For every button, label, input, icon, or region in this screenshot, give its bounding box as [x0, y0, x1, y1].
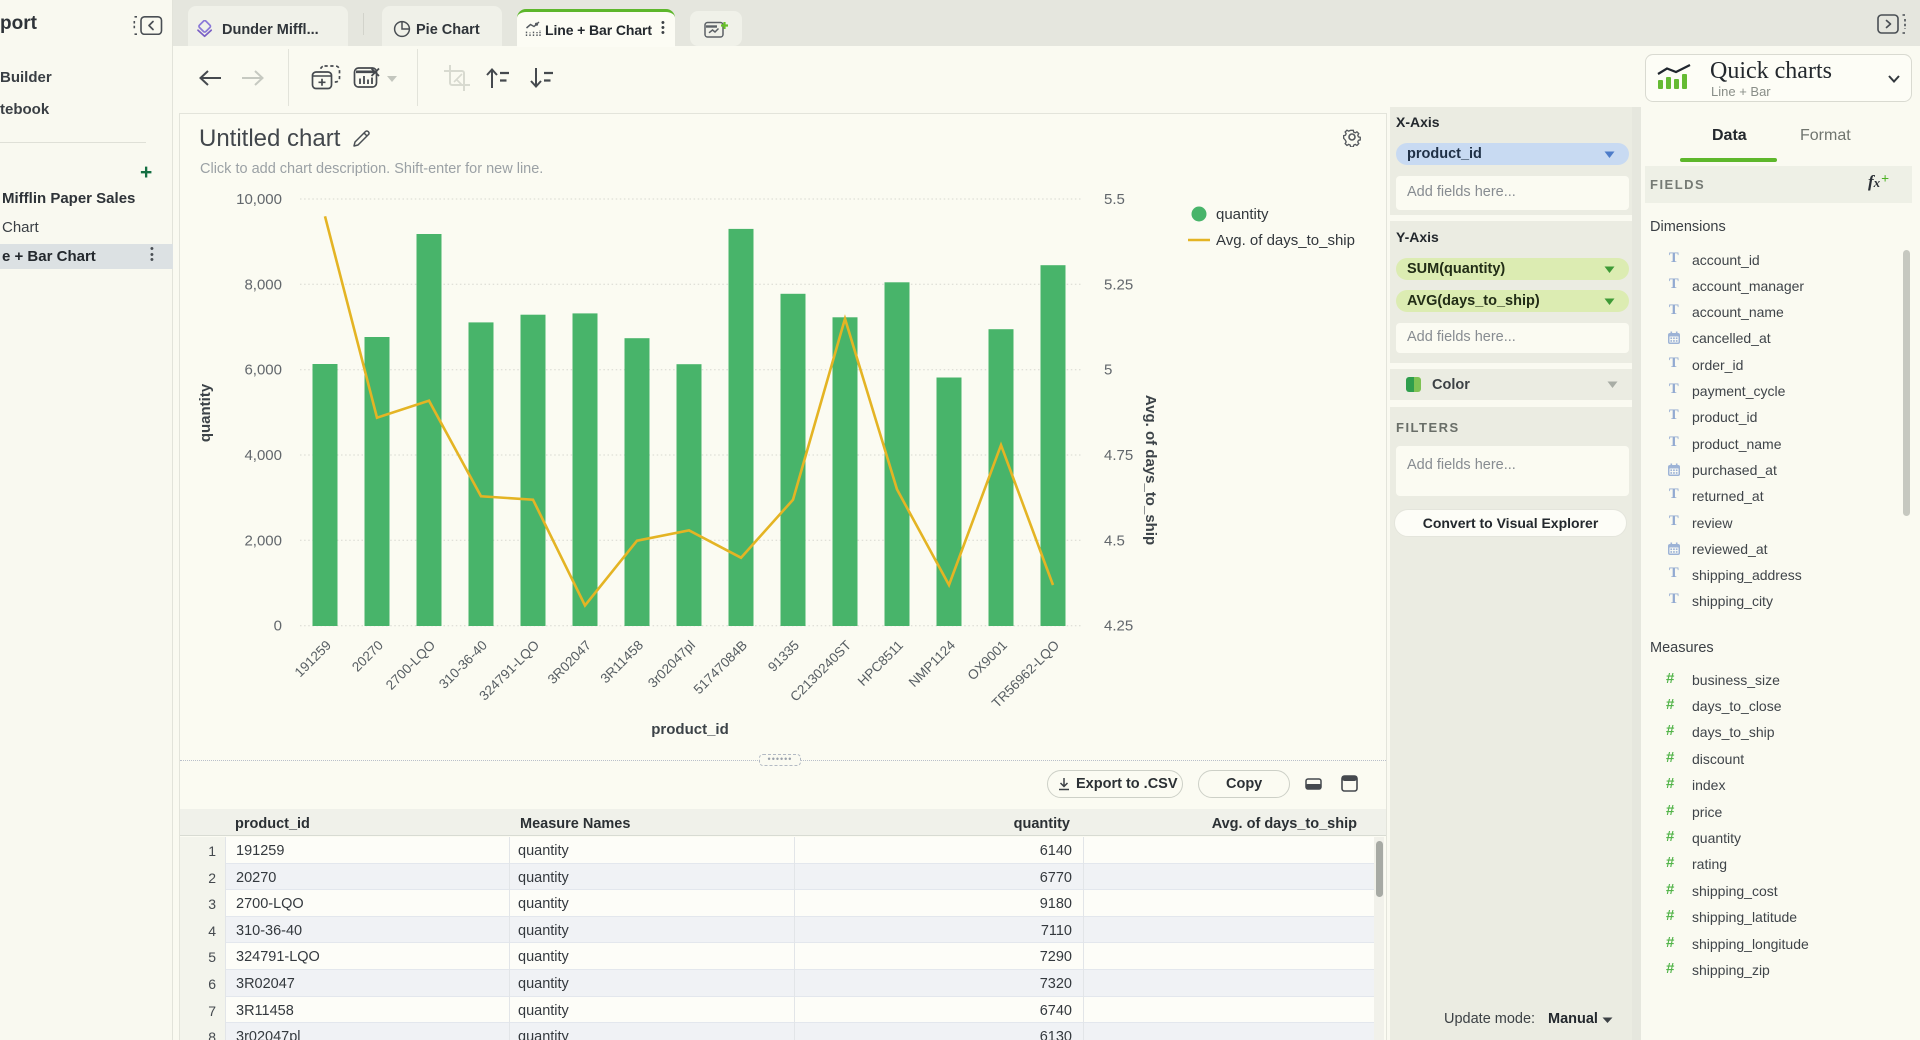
svg-text:2700-LQO: 2700-LQO	[383, 638, 438, 693]
svg-text:6,000: 6,000	[244, 362, 282, 379]
svg-text:5.5: 5.5	[1104, 191, 1125, 208]
svg-text:5: 5	[1104, 362, 1112, 379]
svg-text:5.25: 5.25	[1104, 276, 1133, 293]
svg-text:product_id: product_id	[651, 721, 729, 738]
svg-text:4.5: 4.5	[1104, 532, 1125, 549]
svg-text:0: 0	[274, 618, 282, 635]
svg-text:51747084B: 51747084B	[691, 638, 750, 697]
svg-text:10,000: 10,000	[236, 191, 282, 208]
svg-text:3R11458: 3R11458	[597, 638, 646, 687]
svg-text:191259: 191259	[292, 638, 334, 680]
svg-text:8,000: 8,000	[244, 276, 282, 293]
svg-text:Avg. of days_to_ship: Avg. of days_to_ship	[1216, 232, 1355, 249]
svg-text:20270: 20270	[349, 638, 386, 675]
svg-text:91335: 91335	[765, 638, 802, 675]
svg-text:Avg. of days_to_ship: Avg. of days_to_ship	[1142, 395, 1159, 545]
svg-text:2,000: 2,000	[244, 532, 282, 549]
svg-text:OX9001: OX9001	[964, 638, 1010, 684]
svg-text:quantity: quantity	[197, 383, 214, 442]
svg-text:4.75: 4.75	[1104, 447, 1133, 464]
svg-text:4.25: 4.25	[1104, 618, 1133, 635]
svg-text:HPC8511: HPC8511	[855, 638, 906, 689]
svg-text:quantity: quantity	[1216, 206, 1269, 223]
svg-text:NMP1124: NMP1124	[906, 637, 959, 690]
svg-text:4,000: 4,000	[244, 447, 282, 464]
svg-text:3r02047pl: 3r02047pl	[645, 638, 698, 691]
svg-text:310-36-40: 310-36-40	[436, 638, 490, 692]
svg-text:3R02047: 3R02047	[545, 638, 594, 687]
